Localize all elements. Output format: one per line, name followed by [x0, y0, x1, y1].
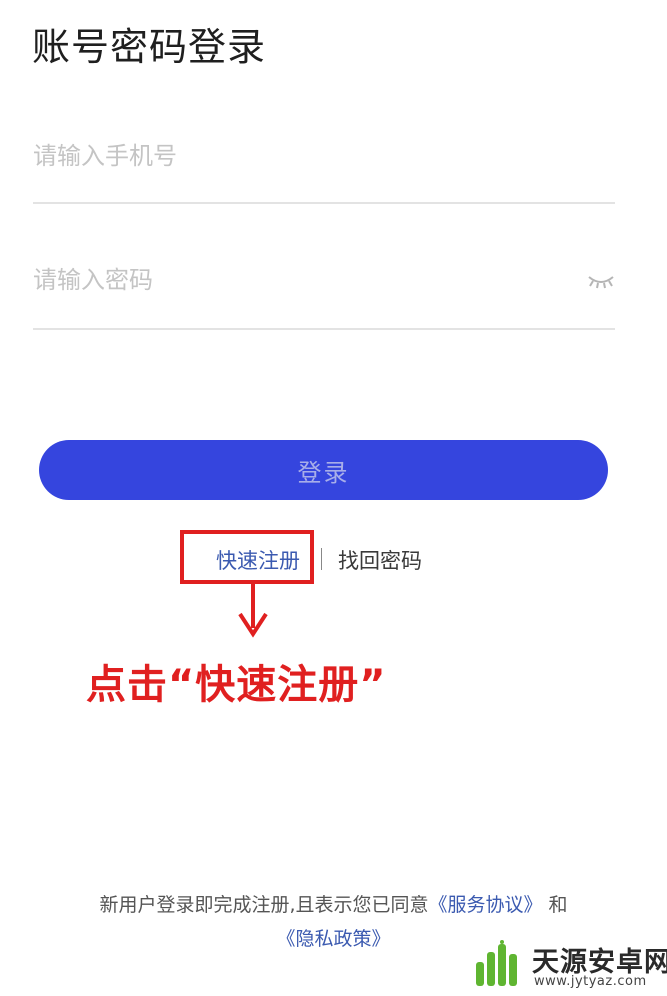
footer-agreement-text: 新用户登录即完成注册,且表示您已同意《服务协议》 和: [0, 890, 667, 917]
login-button[interactable]: 登录: [39, 440, 608, 500]
annotation-text: 点击“快速注册”: [86, 662, 387, 708]
arrow-down-icon: [236, 584, 270, 640]
phone-field-container: [33, 128, 615, 204]
password-input[interactable]: [33, 252, 553, 308]
footer-prefix: 新用户登录即完成注册,且表示您已同意: [99, 894, 429, 916]
footer-conjunction: 和: [548, 894, 568, 916]
forgot-password-link[interactable]: 找回密码: [338, 545, 422, 575]
page-title: 账号密码登录: [32, 25, 267, 69]
privacy-policy-link[interactable]: 《隐私政策》: [276, 928, 390, 950]
password-field-container: [33, 252, 615, 330]
phone-input[interactable]: [33, 128, 553, 184]
auth-links: 快速注册 找回密码: [0, 545, 667, 575]
annotation-highlight-box: [180, 530, 314, 584]
android-logo-icon: [472, 940, 526, 988]
eye-closed-icon[interactable]: [587, 270, 615, 292]
service-agreement-link[interactable]: 《服务协议》: [428, 894, 542, 916]
site-watermark: 天源安卓网 www.jytyaz.com: [472, 936, 667, 992]
link-divider: [321, 548, 322, 570]
watermark-url: www.jytyaz.com: [534, 974, 647, 989]
